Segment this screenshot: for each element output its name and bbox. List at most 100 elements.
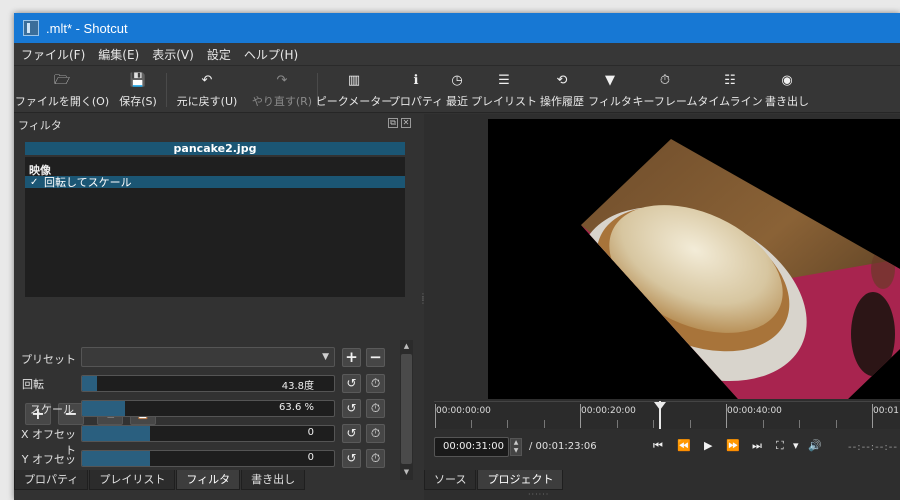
attached-filters-list[interactable]: 映像 ✓ 回転してスケール <box>25 157 405 297</box>
rotation-value: 43.8度 <box>281 381 314 392</box>
title-bar: .mlt* - Shotcut <box>14 13 900 43</box>
duration-label: / 00:01:23:06 <box>529 441 597 452</box>
tab-source[interactable]: ソース <box>424 470 477 490</box>
ruler-minor-tick <box>653 420 654 428</box>
history-icon: ⟲ <box>556 73 568 88</box>
playlist-button[interactable]: ☰ プレイリスト <box>471 66 537 113</box>
ruler-label-0: 00:00:00:00 <box>436 406 491 416</box>
save-icon: 💾 <box>129 73 147 88</box>
timecode-spinner[interactable]: ▲ ▼ <box>510 438 522 456</box>
tab-filters[interactable]: フィルタ <box>176 470 241 490</box>
scale-slider-fill <box>82 401 125 416</box>
scale-value: 63.6 % <box>279 402 314 413</box>
history-button[interactable]: ⟲ 操作履歴 <box>536 66 588 113</box>
ruler-minor-tick <box>617 420 618 428</box>
skip-previous-icon[interactable]: ⏮ <box>653 439 663 453</box>
ruler-minor-tick <box>836 420 837 428</box>
redo-icon: ↷ <box>276 73 288 88</box>
volume-icon[interactable]: 🔊 <box>808 439 822 452</box>
scrollbar-thumb[interactable] <box>401 354 412 464</box>
x-offset-keyframe-button[interactable]: ⏱ <box>366 424 385 443</box>
x-offset-reset-button[interactable]: ↺ <box>342 424 361 443</box>
menu-help[interactable]: ヘルプ(H) <box>237 46 304 63</box>
close-panel-icon[interactable]: ✕ <box>401 118 411 128</box>
scroll-down-icon[interactable]: ▼ <box>401 468 412 478</box>
parameters-scrollbar[interactable]: ▲ ▼ <box>400 340 413 480</box>
timecode-ruler[interactable]: 00:00:00:00 00:00:20:00 00:00:40:00 00:0… <box>434 401 900 429</box>
rewind-icon[interactable]: ⏪ <box>677 439 691 452</box>
recent-button[interactable]: ◷ 最近 <box>442 66 472 113</box>
remaining-timecode: --:--:--:-- <box>848 442 898 453</box>
tab-playlist[interactable]: プレイリスト <box>89 470 176 490</box>
ruler-label-60: 00:01 <box>873 406 899 416</box>
fast-forward-icon[interactable]: ⏩ <box>726 439 740 452</box>
export-icon: ◉ <box>781 73 793 88</box>
open-file-button[interactable]: 🗁 ファイルを開く(O) <box>14 66 110 113</box>
playhead-handle[interactable] <box>654 402 666 410</box>
filters-panel: フィルタ ⧉ ✕ pancake2.jpg 映像 ✓ 回転してスケール + − … <box>14 114 419 482</box>
scroll-up-icon[interactable]: ▲ <box>401 342 412 352</box>
ruler-label-40: 00:00:40:00 <box>727 406 782 416</box>
filters-button[interactable]: ▼ フィルタ <box>588 66 632 113</box>
y-offset-reset-button[interactable]: ↺ <box>342 449 361 468</box>
window-title: .mlt* - Shotcut <box>46 20 128 36</box>
splitter-handle[interactable]: ⋮ ⋮ <box>419 293 427 313</box>
rotation-keyframe-button[interactable]: ⏱ <box>366 374 385 393</box>
save-preset-button[interactable]: + <box>342 348 361 367</box>
filter-item-rotate-scale[interactable]: ✓ 回転してスケール <box>25 176 405 189</box>
menu-settings[interactable]: 設定 <box>200 46 237 63</box>
menu-file[interactable]: ファイル(F) <box>14 46 91 63</box>
folder-icon: 🗁 <box>53 73 71 88</box>
undo-button[interactable]: ↶ 元に戻す(U) <box>167 66 247 113</box>
filter-icon: ▼ <box>605 73 615 88</box>
properties-button[interactable]: ℹ プロパティ <box>389 66 443 113</box>
right-dock-tabs: ソース プロジェクト <box>424 470 564 490</box>
float-panel-icon[interactable]: ⧉ <box>388 118 398 128</box>
tab-project[interactable]: プロジェクト <box>477 470 564 490</box>
delete-preset-button[interactable]: − <box>366 348 385 367</box>
position-timecode-input[interactable]: 00:00:31:00 <box>434 437 509 457</box>
menu-view[interactable]: 表示(V) <box>145 46 200 63</box>
filter-enabled-checkbox[interactable]: ✓ <box>30 177 42 188</box>
menu-edit[interactable]: 編集(E) <box>91 46 145 63</box>
chevron-down-icon: ▼ <box>322 352 329 362</box>
chevron-down-icon[interactable]: ▾ <box>793 439 799 452</box>
ruler-minor-tick <box>507 420 508 428</box>
peak-meter-button[interactable]: ▥ ピークメーター <box>316 66 393 113</box>
filters-panel-title: フィルタ <box>18 119 62 132</box>
y-offset-keyframe-button[interactable]: ⏱ <box>366 449 385 468</box>
y-offset-slider[interactable]: 0 <box>81 450 335 467</box>
menu-bar: ファイル(F) 編集(E) 表示(V) 設定 ヘルプ(H) <box>14 43 900 66</box>
list-icon: ☰ <box>498 73 510 88</box>
zoom-icon[interactable]: ⛶ <box>776 439 784 453</box>
x-offset-slider-fill <box>82 426 151 441</box>
preset-dropdown[interactable]: ▼ <box>81 347 335 367</box>
timeline-button[interactable]: ☷ タイムライン <box>697 66 762 113</box>
save-button[interactable]: 💾 保存(S) <box>110 66 166 113</box>
export-button[interactable]: ◉ 書き出し <box>762 66 812 113</box>
tab-properties[interactable]: プロパティ <box>14 470 89 490</box>
x-offset-slider[interactable]: 0 <box>81 425 335 442</box>
preset-label: プリセット <box>21 353 76 366</box>
scale-keyframe-button[interactable]: ⏱ <box>366 399 385 418</box>
main-toolbar: 🗁 ファイルを開く(O) 💾 保存(S) ↶ 元に戻す(U) ↷ やり直す(R)… <box>14 66 900 113</box>
redo-button[interactable]: ↷ やり直す(R) <box>247 66 317 113</box>
tab-export[interactable]: 書き出し <box>241 470 306 490</box>
scale-slider[interactable]: 63.6 % <box>81 400 335 417</box>
shotcut-app-icon <box>23 20 39 36</box>
ruler-minor-tick <box>690 420 691 428</box>
rotation-slider[interactable]: 43.8度 <box>81 375 335 392</box>
rotation-reset-button[interactable]: ↺ <box>342 374 361 393</box>
ruler-minor-tick <box>799 420 800 428</box>
play-icon[interactable]: ▶ <box>704 439 712 452</box>
ruler-minor-tick <box>763 420 764 428</box>
bottom-splitter-handle[interactable]: ······ <box>528 490 549 499</box>
skip-next-icon[interactable]: ⏭ <box>752 439 762 453</box>
video-preview[interactable] <box>488 119 900 399</box>
rotation-slider-fill <box>82 376 98 391</box>
transport-controls: 00:00:31:00 ▲ ▼ / 00:01:23:06 ⏮ ⏪ ▶ ⏩ ⏭ ⛶… <box>424 433 900 463</box>
ruler-label-20: 00:00:20:00 <box>581 406 636 416</box>
keyframes-button[interactable]: ⏱ キーフレーム <box>632 66 698 113</box>
timeline-icon: ☷ <box>724 73 736 88</box>
scale-reset-button[interactable]: ↺ <box>342 399 361 418</box>
